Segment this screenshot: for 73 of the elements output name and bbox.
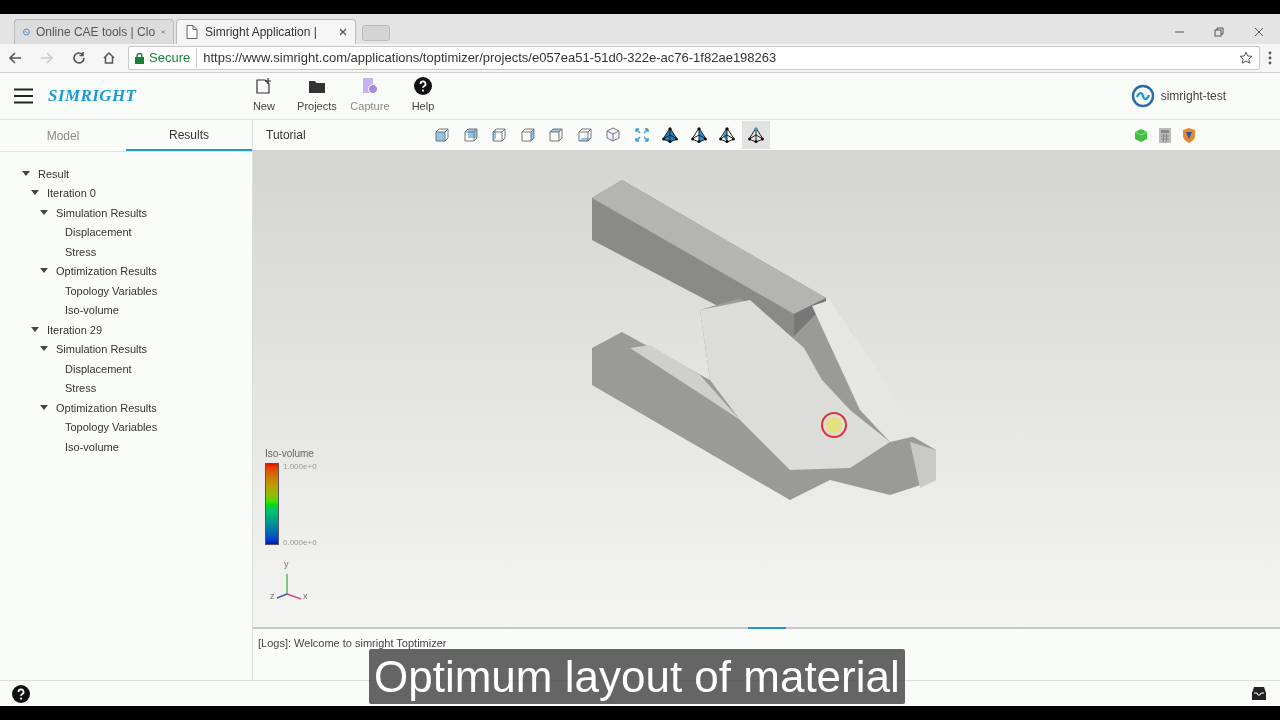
tree-item[interactable]: Stress bbox=[65, 380, 97, 397]
tree-item[interactable]: Displacement bbox=[65, 360, 132, 377]
tree-item[interactable]: Topology Variables bbox=[65, 419, 158, 436]
expanded-icon[interactable] bbox=[40, 208, 48, 217]
page-icon bbox=[185, 25, 199, 39]
cube-icon bbox=[519, 127, 536, 143]
tetrahedron-icon bbox=[719, 127, 736, 143]
back-icon[interactable] bbox=[8, 51, 22, 65]
camera-icon bbox=[360, 77, 379, 96]
tree-item[interactable]: Iso-volume bbox=[65, 438, 119, 455]
tree-item[interactable]: Iso-volume bbox=[65, 302, 119, 319]
home-icon[interactable] bbox=[102, 51, 116, 65]
address-bar[interactable]: Secure https://www.simright.com/applications/toptimizer/projects/e057ea51-51d0-322e-ac76-1f82ae198263 bbox=[128, 46, 1260, 70]
legend-max: 1.000e+0 bbox=[283, 461, 317, 473]
tree-item[interactable]: Iteration 0 bbox=[47, 185, 96, 202]
close-icon[interactable] bbox=[1254, 27, 1264, 37]
star-icon[interactable] bbox=[1239, 51, 1253, 65]
calculator-icon[interactable] bbox=[1158, 127, 1172, 143]
browser-tab[interactable]: Simright Application | bbox=[176, 19, 356, 44]
close-icon[interactable] bbox=[339, 28, 347, 36]
url-text[interactable]: https://www.simright.com/applications/toptimizer/projects/e057ea51-51d0-322e-ac76-1f82ae198263 bbox=[203, 48, 777, 68]
shield-icon[interactable] bbox=[1182, 127, 1196, 143]
toolbar-button[interactable]: New bbox=[240, 77, 288, 115]
legend-min: 0.000e+0 bbox=[283, 537, 317, 549]
tree-item[interactable]: Displacement bbox=[65, 224, 132, 241]
tetrahedron-icon bbox=[662, 127, 679, 143]
cube-icon bbox=[605, 127, 622, 143]
axis-label: y bbox=[284, 560, 289, 569]
viewer-title: Tutorial bbox=[266, 127, 307, 144]
tree-item[interactable]: Iteration 29 bbox=[47, 321, 103, 338]
menu-icon[interactable] bbox=[1268, 51, 1272, 65]
cube-icon bbox=[491, 127, 508, 143]
site-logo-icon bbox=[23, 25, 30, 39]
expanded-icon[interactable] bbox=[22, 169, 30, 178]
log-message: [Logs]: Welcome to simright Toptimizer bbox=[258, 637, 447, 649]
cube-icon bbox=[462, 127, 479, 143]
toolbar-button[interactable]: Projects bbox=[293, 77, 341, 115]
help-icon bbox=[413, 77, 432, 96]
tetrahedron-icon bbox=[690, 127, 707, 143]
restore-icon[interactable] bbox=[1214, 27, 1224, 37]
video-caption: Optimum layout of material bbox=[369, 649, 905, 704]
expanded-icon[interactable] bbox=[31, 325, 39, 334]
axis-label: z bbox=[270, 592, 275, 601]
toolbar-button[interactable]: Help bbox=[399, 77, 447, 115]
user-logo-icon bbox=[1130, 84, 1155, 108]
cube-icon bbox=[576, 127, 593, 143]
view-tool-button[interactable] bbox=[741, 121, 770, 149]
tetrahedron-icon bbox=[747, 127, 764, 143]
browser-tab[interactable]: Online CAE tools | Clo bbox=[14, 19, 174, 44]
inbox-icon[interactable] bbox=[1252, 687, 1266, 700]
tree-item[interactable]: Topology Variables bbox=[65, 282, 158, 299]
app-logo: SIMRIGHT bbox=[48, 85, 137, 108]
reload-icon[interactable] bbox=[72, 51, 86, 65]
menu-icon[interactable] bbox=[14, 88, 33, 104]
cube-icon bbox=[434, 127, 451, 143]
new-file-icon bbox=[254, 77, 273, 96]
tree-item[interactable]: Stress bbox=[65, 243, 97, 260]
user-name[interactable]: simright-test bbox=[1160, 87, 1226, 105]
cube-icon bbox=[548, 127, 565, 143]
lock-icon bbox=[135, 52, 144, 64]
tree-item[interactable]: Optimization Results bbox=[56, 399, 157, 416]
tree-item[interactable]: Optimization Results bbox=[56, 263, 157, 280]
expanded-icon[interactable] bbox=[40, 403, 48, 412]
help-icon[interactable] bbox=[12, 684, 30, 703]
panel-tab[interactable]: Model bbox=[0, 120, 126, 151]
viewport[interactable]: Iso-volume 1.000e+0 0.000e+0 y z x bbox=[253, 150, 1280, 627]
tree-item[interactable]: Simulation Results bbox=[56, 204, 148, 221]
legend-title: Iso-volume bbox=[265, 447, 315, 461]
axis-label: x bbox=[303, 592, 308, 601]
fit-view-icon bbox=[633, 127, 650, 143]
tree-item[interactable]: Simulation Results bbox=[56, 341, 148, 358]
tree-item[interactable]: Result bbox=[38, 165, 70, 182]
secure-label: Secure bbox=[149, 48, 198, 68]
